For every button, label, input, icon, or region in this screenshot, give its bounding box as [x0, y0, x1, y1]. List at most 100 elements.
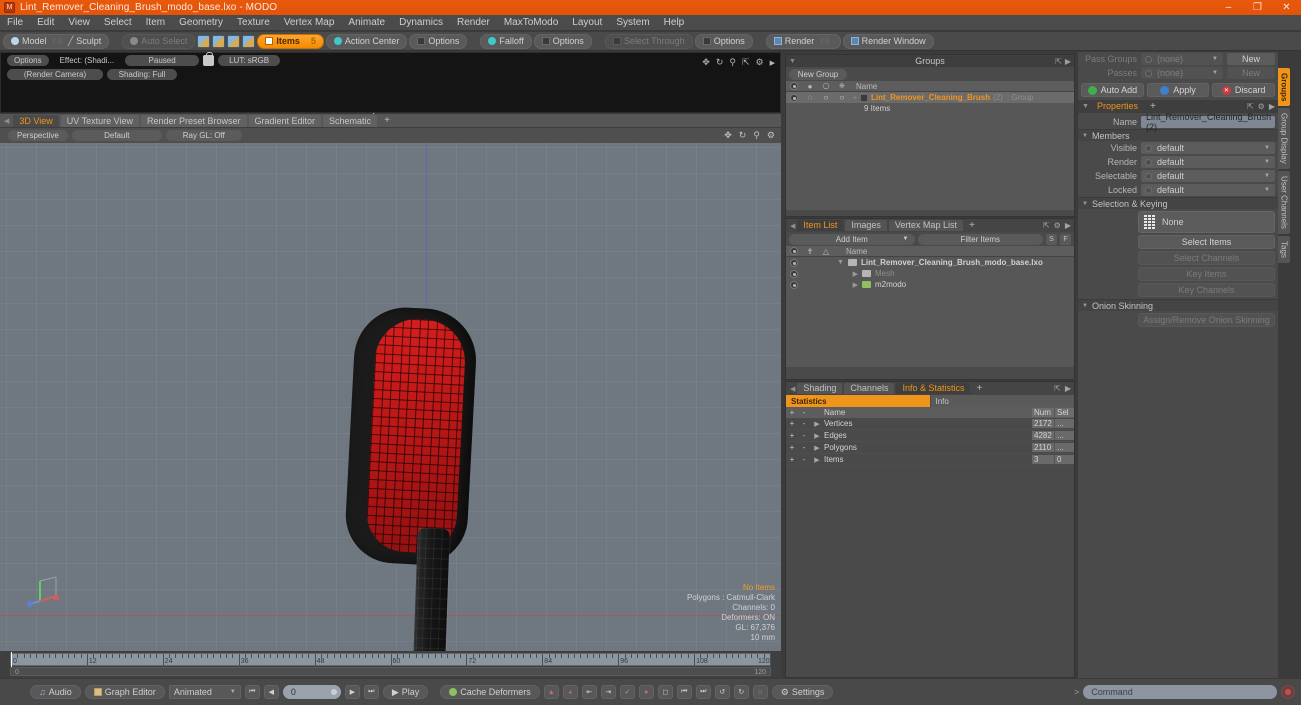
info-tab[interactable]: Info — [930, 395, 1074, 407]
expand-icon[interactable]: ⇱ — [742, 57, 750, 68]
menu-item-geometry[interactable]: Geometry — [172, 15, 230, 31]
menu-item-dynamics[interactable]: Dynamics — [392, 15, 450, 31]
passes-dropdown[interactable]: (none) ▼ — [1141, 67, 1223, 79]
chevron-right-icon[interactable]: ▶ — [1065, 384, 1071, 393]
filter-s-button[interactable]: S — [1046, 233, 1057, 245]
gear-icon[interactable]: ⚙ — [756, 57, 764, 68]
pan-icon[interactable]: ✥ — [702, 57, 710, 68]
menu-item-animate[interactable]: Animate — [341, 15, 392, 31]
menu-item-system[interactable]: System — [609, 15, 656, 31]
menu-item-render[interactable]: Render — [450, 15, 497, 31]
menu-item-maxtomodo[interactable]: MaxToModo — [497, 15, 565, 31]
animation-mode-dropdown[interactable]: Animated ▼ — [168, 685, 241, 699]
close-button[interactable]: ✕ — [1272, 0, 1301, 15]
rotate-icon[interactable]: ↻ — [716, 57, 724, 68]
menu-item-select[interactable]: Select — [97, 15, 139, 31]
timeline-range[interactable]: 0 120 — [10, 667, 771, 676]
lock-icon[interactable] — [203, 52, 215, 66]
prev-frame-button[interactable]: ◀ — [263, 685, 279, 699]
row-remove-icon[interactable]: - — [798, 443, 810, 452]
expand-icon[interactable]: ⇱ — [1055, 57, 1062, 66]
statistics-tab[interactable]: Statistics — [786, 395, 930, 407]
item-list-row[interactable]: ▶ m2modo — [786, 279, 1074, 290]
statistics-row[interactable]: + - ▶ Polygons 2110... — [786, 442, 1074, 454]
preview-shading-button[interactable]: Shading: Full — [107, 69, 177, 80]
menu-item-vertex-map[interactable]: Vertex Map — [277, 15, 342, 31]
pass-groups-dropdown[interactable]: (none) ▼ — [1141, 53, 1223, 65]
step-fwd-icon[interactable]: ⏭ — [695, 685, 711, 699]
item-list-row[interactable]: ▶ Mesh — [786, 268, 1074, 279]
statistics-row[interactable]: + - ▶ Items 3 0 — [786, 454, 1074, 466]
gear-icon[interactable]: ⚙ — [1054, 221, 1061, 230]
menu-item-help[interactable]: Help — [657, 15, 692, 31]
item-tab-item-list[interactable]: Item List — [797, 220, 844, 231]
add-item-tab-button[interactable]: + — [965, 220, 979, 231]
chevron-right-icon[interactable]: ▶ — [770, 59, 775, 67]
property-dropdown-visible[interactable]: default ▼ — [1141, 142, 1275, 154]
cache-deformers-button[interactable]: Cache Deformers — [440, 685, 540, 699]
create-key-icon[interactable]: ✓ — [619, 685, 635, 699]
menu-item-file[interactable]: File — [0, 15, 30, 31]
row-remove-icon[interactable]: - — [798, 419, 810, 428]
edge-mode-icon[interactable] — [212, 34, 226, 48]
viewport-tab-schematic[interactable]: Schematic — [323, 114, 378, 127]
add-viewport-tab-button[interactable]: + — [379, 115, 395, 126]
property-dropdown-selectable[interactable]: default ▼ — [1141, 170, 1275, 182]
next-frame-button[interactable]: ▶ — [344, 685, 360, 699]
loop-icon[interactable]: ↺ — [714, 685, 730, 699]
go-to-end-button[interactable]: ⏭ — [363, 685, 379, 699]
render-button[interactable]: Render F9 — [765, 33, 841, 49]
tab-properties[interactable]: Properties — [1090, 101, 1144, 112]
row-add-icon[interactable]: + — [786, 419, 798, 428]
key-items-button[interactable]: Key Items — [1138, 267, 1275, 281]
filter-items-input[interactable]: Filter Items — [917, 233, 1043, 245]
property-dropdown-locked[interactable]: default ▼ — [1141, 184, 1275, 196]
tab-scroll-icon[interactable]: ▼ — [1082, 103, 1089, 110]
row-select-icon[interactable]: ○ — [834, 93, 850, 102]
graph-editor-button[interactable]: Graph Editor — [84, 685, 165, 699]
minimize-button[interactable]: – — [1214, 0, 1243, 15]
menu-item-layout[interactable]: Layout — [565, 15, 609, 31]
maximize-button[interactable]: ❐ — [1243, 0, 1272, 15]
viewport-perspective-button[interactable]: Perspective — [8, 130, 68, 141]
item-tab-images[interactable]: Images — [845, 220, 887, 231]
timeline-ruler[interactable]: 0 12 24 36 48 60 72 84 96 108 120 — [10, 652, 771, 667]
apply-button[interactable]: Apply — [1146, 83, 1210, 97]
filter-f-button[interactable]: F — [1060, 233, 1071, 245]
gear-icon[interactable]: ⚙ — [767, 130, 775, 141]
expand-icon[interactable]: ⇱ — [1054, 384, 1061, 393]
key-channels-button[interactable]: Key Channels — [1138, 283, 1275, 297]
groups-row[interactable]: ◌ ○ ○ + Lint_Remover_Cleaning_Brush (2) … — [786, 92, 1074, 103]
statistics-row[interactable]: + - ▶ Edges 4282... — [786, 430, 1074, 442]
discard-button[interactable]: ✕ Discard — [1212, 83, 1276, 97]
menu-item-item[interactable]: Item — [139, 15, 172, 31]
name-field[interactable]: Lint_Remover_Cleaning_Brush (2) — [1141, 112, 1275, 132]
ghost-icon[interactable]: ◌ — [752, 685, 768, 699]
select-channels-button[interactable]: Select Channels — [1138, 251, 1275, 265]
menu-item-edit[interactable]: Edit — [30, 15, 61, 31]
viewport-tab-gradient-editor[interactable]: Gradient Editor — [248, 114, 322, 127]
timeline-playhead[interactable] — [11, 652, 12, 667]
play-button[interactable]: ▶ Play — [382, 685, 429, 699]
row-expand-icon[interactable]: ▶ — [810, 456, 824, 464]
stats-rows[interactable]: + - ▶ Vertices 2172... + - ▶ Edges 4282... + - ▶ Poly… — [786, 418, 1074, 466]
add-info-tab-button[interactable]: + — [972, 383, 986, 394]
vertical-tab-group-display[interactable]: Group Display — [1278, 108, 1290, 170]
zoom-icon[interactable]: ⚲ — [729, 57, 736, 68]
preview-lut-button[interactable]: LUT: sRGB — [218, 55, 281, 66]
statistics-row[interactable]: + - ▶ Vertices 2172... — [786, 418, 1074, 430]
command-input[interactable]: Command — [1083, 685, 1277, 699]
auto-add-button[interactable]: Auto Add — [1081, 83, 1144, 97]
viewport-tab-render-preset-browser[interactable]: Render Preset Browser — [140, 114, 247, 127]
tab-scroll-icon[interactable]: ◀ — [790, 385, 795, 393]
auto-select-button[interactable]: Auto Select — [122, 33, 196, 49]
zoom-icon[interactable]: ⚲ — [753, 130, 760, 141]
preview-options-button[interactable]: Options — [7, 55, 49, 66]
3d-viewport[interactable]: No Items Polygons : Catmull-Clark Channe… — [0, 143, 781, 651]
row-expand-icon[interactable]: ▶ — [834, 270, 858, 278]
row-add-icon[interactable]: + — [786, 455, 798, 464]
row-visibility-icon[interactable] — [790, 258, 798, 267]
key-prev-icon[interactable]: ⇤ — [581, 685, 597, 699]
viewport-tab-uv-texture-view[interactable]: UV Texture View — [60, 114, 139, 127]
falloff-tool-icon[interactable]: ▲ — [543, 685, 559, 699]
